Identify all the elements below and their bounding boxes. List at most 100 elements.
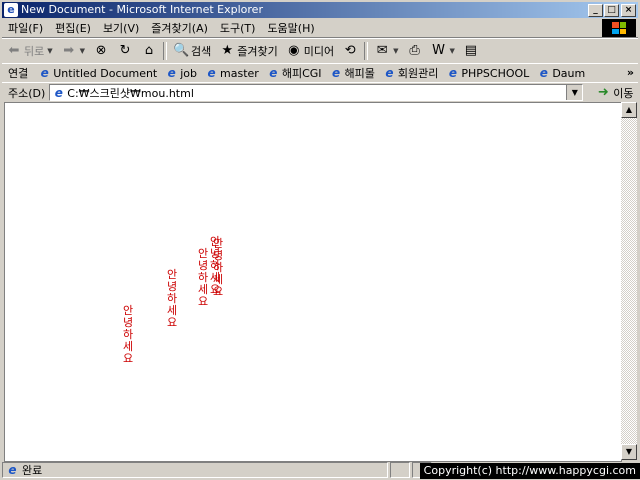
vertical-greeting-text: 안녕하세요 — [122, 304, 134, 365]
menu-help[interactable]: 도움말(H) — [261, 20, 320, 36]
links-more-chevron-icon[interactable]: » — [627, 64, 634, 82]
ie-page-icon: e — [167, 66, 176, 80]
menu-file[interactable]: 파일(F) — [2, 20, 49, 36]
link-label: Untitled Document — [53, 66, 158, 80]
history-button[interactable]: ⟲ — [338, 40, 362, 62]
favorites-star-icon: ★ — [221, 43, 234, 58]
toolbar-separator — [163, 42, 168, 60]
ie-logo-icon: e — [4, 3, 18, 17]
page-content: 안녕하세요 안녕하세요 안녕하세요 안녕하세요 안녕하세요 — [4, 102, 622, 462]
scroll-down-arrow-icon[interactable]: ▼ — [621, 444, 637, 460]
ie-page-icon: e — [385, 66, 394, 80]
status-main-pane: e 완료 — [2, 462, 388, 478]
media-label: 미디어 — [303, 45, 335, 58]
back-label: 뒤로 — [24, 45, 45, 58]
copyright-watermark: Copyright(c) http://www.happycgi.com — [419, 463, 640, 479]
standard-toolbar: ⬅ 뒤로 ▼ ➡ ▼ ⊗ ↻ ⌂ 🔍 검색 ★ 즐겨찾기 ◉ 미디어 ⟲ ✉ ▼… — [2, 38, 638, 64]
home-button[interactable]: ⌂ — [137, 40, 161, 62]
menu-favorites[interactable]: 즐겨찾기(A) — [145, 20, 214, 36]
ie-page-icon: e — [448, 66, 457, 80]
link-master[interactable]: e master — [201, 66, 263, 80]
home-icon: ⌂ — [144, 43, 154, 58]
printer-icon: ⎙ — [409, 43, 420, 58]
link-label: 해피몰 — [344, 67, 375, 80]
go-button[interactable]: ➜ 이동 — [591, 85, 637, 101]
link-happymall[interactable]: e 해피몰 — [326, 65, 379, 81]
ie-page-icon: e — [207, 66, 216, 80]
edit-button[interactable]: W ▼ — [427, 40, 459, 62]
ie-page-icon: e — [8, 463, 17, 477]
close-button[interactable]: × — [621, 3, 636, 17]
link-label: PHPSCHOOL — [461, 66, 530, 80]
media-icon: ◉ — [288, 43, 300, 58]
stop-icon: ⊗ — [95, 43, 107, 58]
forward-arrow-icon: ➡ — [63, 43, 75, 58]
menu-bar: 파일(F) 편집(E) 보기(V) 즐겨찾기(A) 도구(T) 도움말(H) — [2, 19, 638, 38]
ie-page-icon: e — [269, 66, 278, 80]
vertical-greeting-text: 안녕하세요 — [166, 268, 178, 329]
window-title: New Document - Microsoft Internet Explor… — [21, 3, 263, 16]
search-button[interactable]: 🔍 검색 — [169, 40, 215, 62]
maximize-button[interactable]: □ — [604, 3, 619, 17]
ie-page-icon: e — [539, 66, 548, 80]
word-edit-icon: W — [432, 43, 445, 58]
title-bar: e New Document - Microsoft Internet Expl… — [2, 2, 638, 18]
mail-button[interactable]: ✉ ▼ — [370, 40, 402, 62]
ie-page-icon: e — [331, 66, 341, 80]
link-label: 회원관리 — [397, 67, 439, 80]
ie-page-icon: e — [54, 85, 63, 100]
discuss-button[interactable]: ▤ — [459, 40, 483, 62]
link-happycgi[interactable]: e 해피CGI — [263, 65, 326, 81]
stop-button[interactable]: ⊗ — [89, 40, 113, 62]
window-controls: _ □ × — [587, 3, 636, 17]
document-icon: ▤ — [464, 43, 478, 58]
forward-dropdown-icon[interactable]: ▼ — [80, 47, 85, 55]
link-member-management[interactable]: e 회원관리 — [379, 65, 442, 81]
refresh-button[interactable]: ↻ — [113, 40, 137, 62]
link-label: master — [220, 66, 259, 80]
address-label: 주소(D) — [8, 86, 46, 100]
toolbar-separator — [364, 42, 369, 60]
edit-dropdown-icon[interactable]: ▼ — [450, 47, 455, 55]
links-bar: 연결 e Untitled Document e job e master e … — [2, 63, 638, 83]
ie-page-icon: e — [40, 66, 49, 80]
mail-dropdown-icon[interactable]: ▼ — [393, 47, 398, 55]
vertical-greeting-text: 안녕하세요 — [212, 237, 224, 298]
link-job[interactable]: e job — [161, 66, 201, 80]
media-button[interactable]: ◉ 미디어 — [282, 40, 338, 62]
links-label: 연결 — [8, 67, 29, 80]
print-button[interactable]: ⎙ — [403, 40, 427, 62]
address-input[interactable] — [65, 85, 570, 100]
link-untitled-document[interactable]: e Untitled Document — [34, 66, 161, 80]
address-bar: 주소(D) e ▼ ➜ 이동 — [2, 82, 638, 102]
menu-view[interactable]: 보기(V) — [97, 20, 145, 36]
forward-button[interactable]: ➡ ▼ — [57, 40, 89, 62]
windows-logo-icon — [602, 19, 636, 37]
back-arrow-icon: ⬅ — [8, 43, 20, 58]
link-label: Daum — [552, 66, 586, 80]
vertical-scrollbar[interactable]: ▲ ▼ — [621, 102, 637, 460]
scroll-up-arrow-icon[interactable]: ▲ — [621, 102, 637, 118]
favorites-button[interactable]: ★ 즐겨찾기 — [215, 40, 281, 62]
link-phpschool[interactable]: e PHPSCHOOL — [442, 66, 533, 80]
mail-icon: ✉ — [376, 43, 388, 58]
go-label: 이동 — [613, 86, 634, 100]
status-pane — [390, 462, 410, 478]
minimize-button[interactable]: _ — [588, 3, 603, 17]
search-icon: 🔍 — [172, 43, 190, 58]
back-button[interactable]: ⬅ 뒤로 ▼ — [2, 40, 57, 62]
menu-tools[interactable]: 도구(T) — [214, 20, 262, 36]
favorites-label: 즐겨찾기 — [237, 45, 278, 58]
back-dropdown-icon[interactable]: ▼ — [47, 47, 52, 55]
go-arrow-icon: ➜ — [597, 84, 609, 100]
menu-edit[interactable]: 편집(E) — [49, 20, 97, 36]
address-dropdown-icon[interactable]: ▼ — [566, 85, 583, 100]
refresh-icon: ↻ — [119, 43, 131, 58]
link-daum[interactable]: e Daum — [533, 66, 589, 80]
link-label: job — [180, 66, 198, 80]
status-text: 완료 — [22, 464, 43, 477]
vertical-greeting-text: 안녕하세요 — [197, 247, 209, 308]
search-label: 검색 — [191, 45, 212, 58]
browser-window: e New Document - Microsoft Internet Expl… — [0, 0, 640, 480]
address-field: e ▼ — [49, 84, 584, 101]
